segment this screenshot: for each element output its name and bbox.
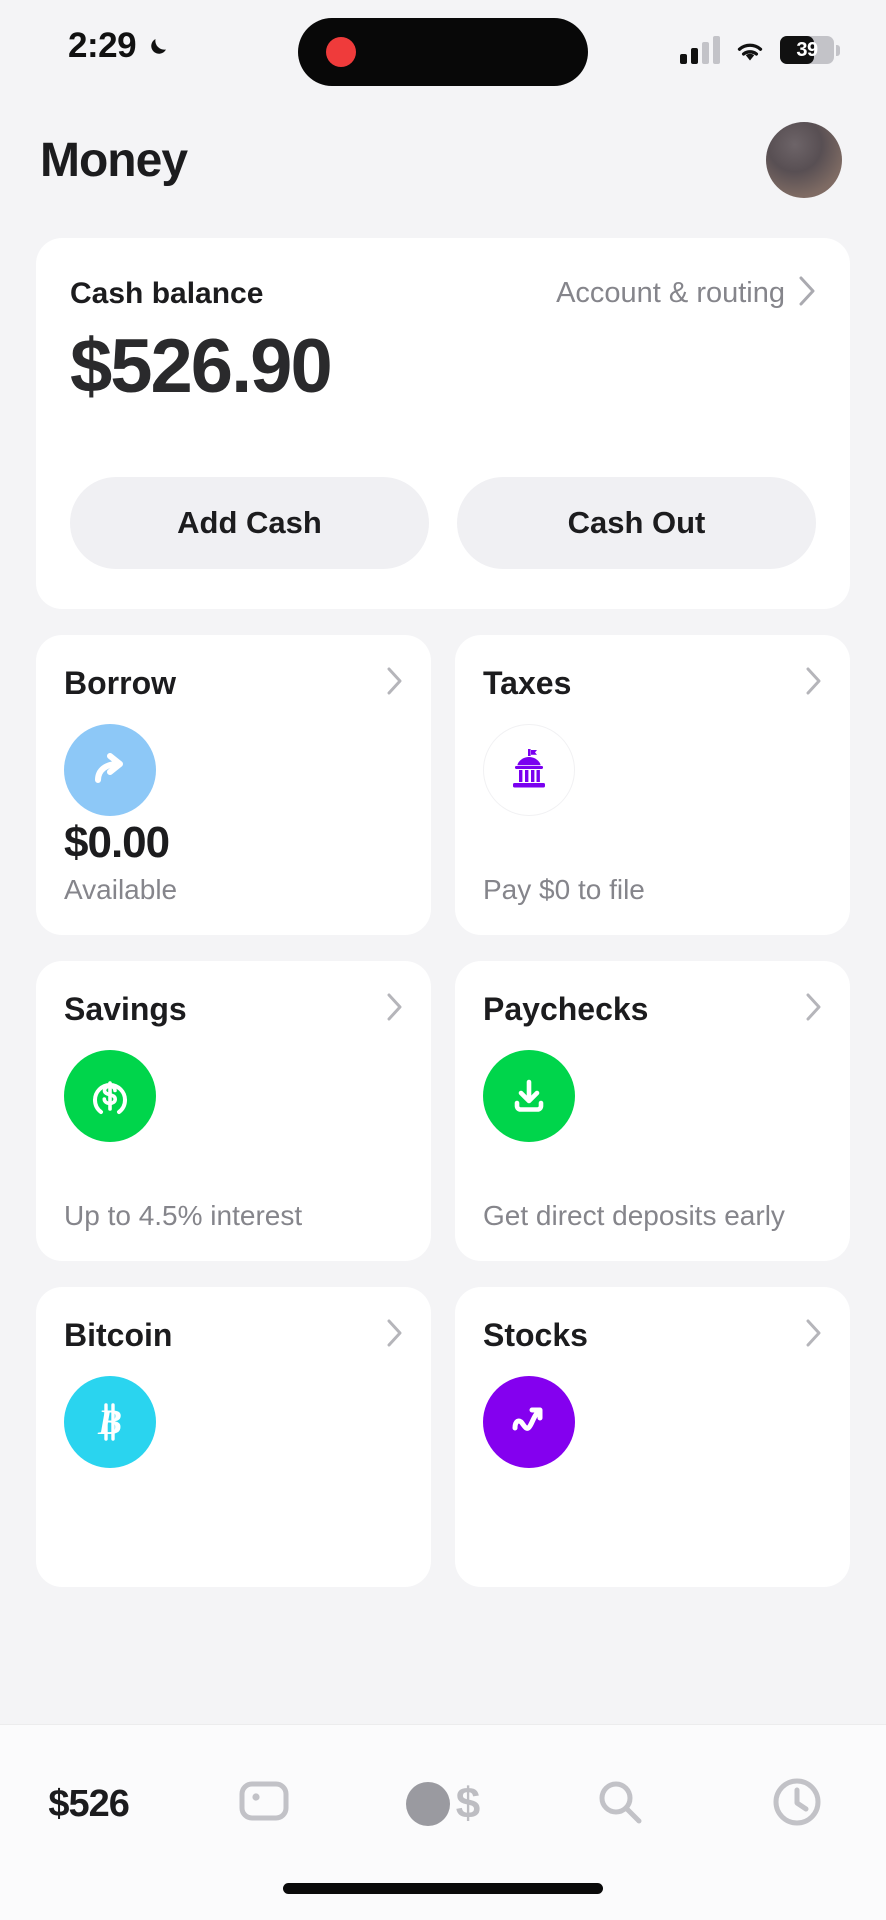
account-routing-label: Account & routing [556, 277, 785, 309]
page-title: Money [40, 133, 188, 187]
tile-row-3: Bitcoin B Stocks [36, 1287, 850, 1587]
account-routing-button[interactable]: Account & routing [556, 276, 816, 311]
tile-stocks[interactable]: Stocks [455, 1287, 850, 1587]
tile-header: Savings [64, 991, 403, 1028]
page-header: Money [0, 100, 886, 198]
tile-icon-wrap [483, 1376, 822, 1468]
tile-header: Borrow [64, 665, 403, 702]
chevron-right-icon [387, 667, 403, 700]
tile-taxes[interactable]: Taxes Pay $0 to file [455, 635, 850, 935]
cellular-signal-icon [680, 36, 720, 64]
chevron-right-icon [387, 1319, 403, 1352]
tile-title: Borrow [64, 665, 176, 701]
tile-subtitle: Get direct deposits early [483, 1200, 785, 1231]
tile-title: Bitcoin [64, 1317, 173, 1353]
cash-out-button[interactable]: Cash Out [457, 477, 816, 569]
card-icon [238, 1780, 294, 1829]
cash-balance-card: Cash balance Account & routing $526.90 A… [36, 238, 850, 609]
status-time-group: 2:29 [68, 26, 172, 66]
avatar[interactable] [766, 122, 842, 198]
tile-borrow[interactable]: Borrow $0.00 Available [36, 635, 431, 935]
cash-balance-label: Cash balance [70, 276, 264, 310]
battery-level: 39 [796, 39, 818, 61]
tile-icon-wrap: B [64, 1376, 403, 1468]
tab-money[interactable]: $526 [14, 1769, 164, 1839]
tile-icon-wrap [483, 724, 822, 816]
tile-row-2: Savings Up to 4.5% interest Paychecks Ge… [36, 961, 850, 1261]
tile-subtitle: Up to 4.5% interest [64, 1200, 303, 1231]
moon-icon [146, 33, 172, 59]
tab-money-label: $526 [48, 1782, 130, 1825]
tile-icon-wrap [64, 724, 403, 816]
tile-header: Taxes [483, 665, 822, 702]
status-bar: 2:29 39 [0, 0, 886, 100]
pay-dollar-glyph: $ [455, 1779, 481, 1828]
direct-deposit-download-icon [483, 1050, 575, 1142]
tile-title: Savings [64, 991, 187, 1027]
chevron-right-icon [806, 667, 822, 700]
status-time: 2:29 [68, 26, 137, 65]
stocks-trending-up-icon [483, 1376, 575, 1468]
app-screen: 2:29 39 Money Cash balance Account & rou… [0, 0, 886, 1920]
tile-value: $0.00 [64, 818, 170, 867]
tab-search[interactable] [545, 1769, 695, 1839]
tile-header: Bitcoin [64, 1317, 403, 1354]
tab-card[interactable] [191, 1769, 341, 1839]
battery-icon: 39 [780, 36, 840, 64]
tile-title: Taxes [483, 665, 572, 701]
tab-pay[interactable]: $ [368, 1769, 518, 1839]
tile-paychecks[interactable]: Paychecks Get direct deposits early [455, 961, 850, 1261]
balance-actions: Add Cash Cash Out [70, 477, 816, 569]
dynamic-island [298, 18, 588, 86]
svg-text:B: B [97, 1402, 122, 1442]
tile-header: Paychecks [483, 991, 822, 1028]
chevron-right-icon [799, 276, 816, 311]
bitcoin-icon: B [64, 1376, 156, 1468]
tile-savings[interactable]: Savings Up to 4.5% interest [36, 961, 431, 1261]
chevron-right-icon [806, 993, 822, 1026]
search-icon [593, 1775, 647, 1834]
main-content: Cash balance Account & routing $526.90 A… [0, 198, 886, 1587]
home-indicator [283, 1883, 603, 1894]
tile-subtitle: Pay $0 to file [483, 874, 645, 905]
wifi-icon [733, 38, 767, 64]
government-building-icon [483, 724, 575, 816]
chevron-right-icon [806, 1319, 822, 1352]
chevron-right-icon [387, 993, 403, 1026]
cash-balance-amount: $526.90 [70, 324, 333, 409]
clock-activity-icon [770, 1775, 824, 1834]
add-cash-button[interactable]: Add Cash [70, 477, 429, 569]
tab-activity[interactable] [722, 1769, 872, 1839]
pay-dot-icon [405, 1782, 450, 1826]
tile-subtitle: Available [64, 874, 178, 905]
pay-dollar-icon: $ [405, 1779, 481, 1828]
tile-icon-wrap [483, 1050, 822, 1142]
cash-balance-header: Cash balance Account & routing [70, 276, 816, 311]
tile-title: Stocks [483, 1317, 588, 1353]
tile-title: Paychecks [483, 991, 649, 1027]
record-dot-icon [326, 37, 356, 67]
tile-icon-wrap [64, 1050, 403, 1142]
tile-header: Stocks [483, 1317, 822, 1354]
status-indicators: 39 [680, 30, 840, 64]
tile-row-1: Borrow $0.00 Available Taxes Pay $0 to f… [36, 635, 850, 935]
savings-dollar-icon [64, 1050, 156, 1142]
tile-bitcoin[interactable]: Bitcoin B [36, 1287, 431, 1587]
borrow-arrow-icon [64, 724, 156, 816]
